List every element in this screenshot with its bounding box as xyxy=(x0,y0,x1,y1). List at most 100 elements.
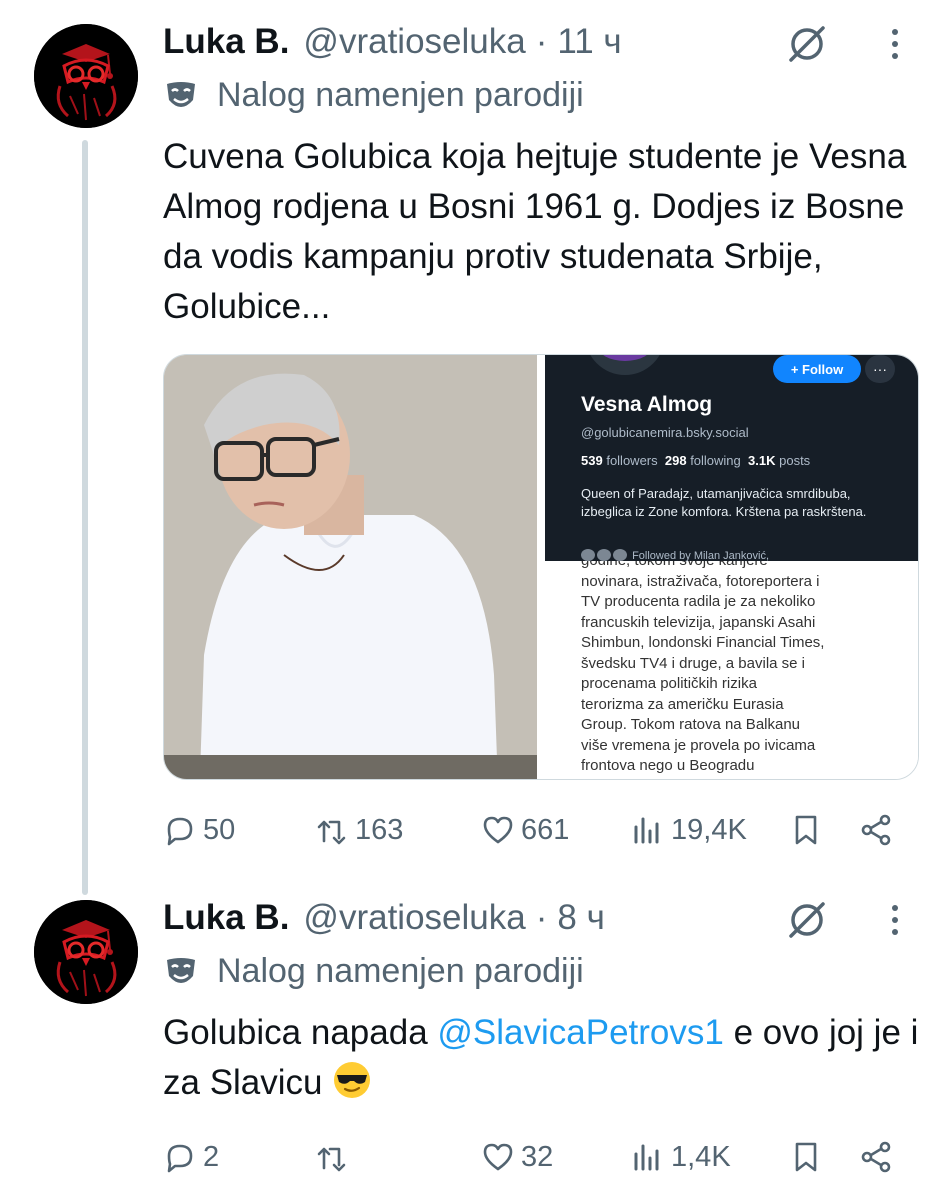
author-handle[interactable]: @vratioseluka xyxy=(303,22,525,62)
view-count: 19,4K xyxy=(671,813,747,846)
tweet-actions: 50 163 661 19,4K xyxy=(163,805,903,855)
woman-photo[interactable] xyxy=(164,355,537,779)
like-count: 661 xyxy=(521,813,570,846)
profile-stats: 539 followers 298 following 3.1K posts xyxy=(581,453,810,468)
dove-icon xyxy=(603,355,647,361)
tweet-header: Luka B. @vratioseluka · 11 ч xyxy=(163,22,622,62)
bookmark-icon xyxy=(795,1142,817,1172)
separator-dot: · xyxy=(535,22,548,61)
followers-count: 539 xyxy=(581,453,603,468)
article-line: francuskih televizija, japanski Asahi xyxy=(581,613,816,631)
retweet-button[interactable] xyxy=(315,1132,355,1182)
text-part: Golubica napada xyxy=(163,1013,438,1052)
timestamp[interactable]: 11 ч xyxy=(557,22,621,62)
mini-avatar xyxy=(597,549,611,561)
reply-button[interactable]: 50 xyxy=(163,805,235,855)
mask-icon xyxy=(167,957,195,983)
like-count: 32 xyxy=(521,1140,554,1173)
retweet-icon xyxy=(317,1147,346,1172)
tweet-2[interactable]: Luka B. @vratioseluka · 8 ч Nalog namenj… xyxy=(0,880,950,1200)
article-line: TV producenta radila je za nekoliko xyxy=(581,593,816,610)
bluesky-profile-card: + Follow ··· Vesna Almog @golubicanemira… xyxy=(545,355,918,562)
like-button[interactable]: 32 xyxy=(481,1132,553,1182)
author-name[interactable]: Luka B. xyxy=(163,898,289,938)
article-line: švedsku TV4 i druge, a bavila se i xyxy=(581,654,806,672)
views-icon xyxy=(634,1144,659,1171)
parody-label: Nalog namenjen parodiji xyxy=(163,952,584,991)
retweet-count: 163 xyxy=(355,813,404,846)
views-icon xyxy=(634,817,659,844)
reply-count: 50 xyxy=(203,813,236,846)
bookmark-button[interactable] xyxy=(789,805,829,855)
tweet-text: Cuvena Golubica koja hejtuje studente je… xyxy=(163,137,907,326)
tweet-text: Golubica napada @SlavicaPetrovs1 e ovo j… xyxy=(163,1008,923,1108)
tweet-1[interactable]: Luka B. @vratioseluka · 11 ч Nalog namen… xyxy=(0,0,950,880)
article-line: Shimbun, londonski Financial Times, xyxy=(581,634,825,651)
timestamp[interactable]: 8 ч xyxy=(557,898,604,938)
article-line: novinara, istraživača, fotoreportera i xyxy=(581,572,820,590)
tweet-header: Luka B. @vratioseluka · 8 ч xyxy=(163,898,605,938)
views-button[interactable]: 19,4K xyxy=(631,805,747,855)
follow-button[interactable]: + Follow xyxy=(773,355,861,383)
parody-text: Nalog namenjen parodiji xyxy=(217,952,584,990)
view-count: 1,4K xyxy=(671,1140,731,1173)
retweet-button[interactable]: 163 xyxy=(315,805,403,855)
owl-avatar-icon xyxy=(34,900,138,1004)
sunglasses-emoji-icon xyxy=(334,1062,371,1098)
profile-handle: @golubicanemira.bsky.social xyxy=(581,425,749,440)
parody-text: Nalog namenjen parodiji xyxy=(217,76,584,114)
article-line: frontova nego u Beogradu xyxy=(581,757,755,774)
mini-avatar xyxy=(581,549,595,561)
profile-name: Vesna Almog xyxy=(581,393,713,416)
author-handle[interactable]: @vratioseluka xyxy=(303,898,525,938)
share-button[interactable] xyxy=(859,805,899,855)
article-line: terorizma za američku Eurasia xyxy=(581,695,784,713)
profile-more-button[interactable]: ··· xyxy=(865,355,895,383)
posts-label: posts xyxy=(779,453,811,468)
bookmark-button[interactable] xyxy=(789,1132,829,1182)
article-line: procenama političkih rizika xyxy=(581,675,757,692)
share-button[interactable] xyxy=(859,1132,899,1182)
reply-icon xyxy=(167,817,193,846)
following-count: 298 xyxy=(664,453,687,468)
reply-count: 2 xyxy=(203,1140,220,1173)
reply-button[interactable]: 2 xyxy=(163,1132,219,1182)
article-line: više vremena je provela po ivicama xyxy=(581,736,816,754)
profile-avatar xyxy=(585,355,665,375)
like-button[interactable]: 661 xyxy=(481,805,569,855)
followed-by-text: Followed by Milan Janković, xyxy=(632,550,770,562)
profile-screenshot[interactable]: + Follow ··· Vesna Almog @golubicanemira… xyxy=(545,355,918,779)
separator-dot: · xyxy=(535,898,548,937)
tweet-actions: 2 32 1,4K xyxy=(163,1132,903,1182)
posts-count: 3.1K xyxy=(748,453,776,468)
share-icon xyxy=(861,814,891,846)
article-line: godine, tokom svoje karijere xyxy=(581,561,918,572)
profile-bio: Queen of Paradajz, utamanjivačica smrdib… xyxy=(581,486,867,519)
like-icon xyxy=(483,816,513,844)
woman-photo-image xyxy=(164,355,537,779)
parody-label: Nalog namenjen parodiji xyxy=(163,76,584,115)
mini-avatar xyxy=(613,549,627,561)
article-excerpt: godine, tokom svoje karijere novinara, i… xyxy=(545,561,918,779)
followers-label: followers xyxy=(606,453,658,468)
author-name[interactable]: Luka B. xyxy=(163,22,289,62)
followed-by: Followed by Milan Janković, xyxy=(581,549,769,562)
avatar[interactable] xyxy=(34,24,138,128)
share-icon xyxy=(861,1141,891,1173)
more-icon[interactable] xyxy=(880,22,910,66)
reply-icon xyxy=(167,1144,193,1173)
tweet-media[interactable]: + Follow ··· Vesna Almog @golubicanemira… xyxy=(163,354,919,780)
owl-avatar-icon xyxy=(34,24,138,128)
article-line: Group. Tokom ratova na Balkanu xyxy=(581,716,801,733)
avatar[interactable] xyxy=(34,900,138,1004)
views-button[interactable]: 1,4K xyxy=(631,1132,731,1182)
more-icon[interactable] xyxy=(880,898,910,942)
following-label: following xyxy=(690,453,741,468)
mask-icon xyxy=(167,81,195,107)
like-icon xyxy=(483,1143,513,1171)
grok-icon[interactable] xyxy=(785,898,829,942)
bookmark-icon xyxy=(795,815,817,845)
mention-link[interactable]: @SlavicaPetrovs1 xyxy=(437,1013,723,1052)
grok-icon[interactable] xyxy=(785,22,829,66)
retweet-icon xyxy=(317,820,346,845)
